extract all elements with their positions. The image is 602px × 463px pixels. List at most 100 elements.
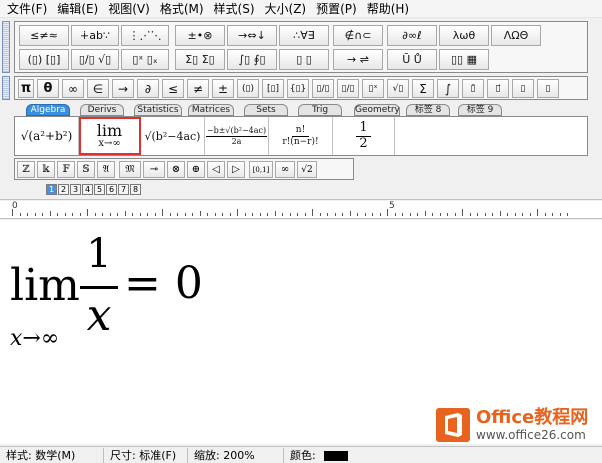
template-pythagorean[interactable]: √(a²+b²) — [15, 117, 79, 155]
tab-trig[interactable]: Trig — [298, 104, 342, 116]
template-button-b[interactable]: ▯ — [537, 79, 559, 98]
element-of-button[interactable]: ∈ — [87, 79, 109, 98]
template-button-a[interactable]: ▯ — [512, 79, 534, 98]
partial-button[interactable]: ∂ — [137, 79, 159, 98]
ruler[interactable]: 0 5 — [0, 201, 602, 219]
nav-button-6[interactable]: 6 — [106, 184, 117, 195]
integrals-palette-button[interactable]: ∫▯ ∮▯ — [227, 49, 277, 70]
arrows-palette-button[interactable]: →⇔↓ — [227, 25, 277, 46]
menu-style[interactable]: 样式(S) — [209, 0, 260, 18]
ruler-tick — [537, 209, 538, 216]
symbol-integers[interactable]: ℤ — [17, 161, 35, 178]
logic-palette-button[interactable]: ∴∀∃ — [279, 25, 329, 46]
sums-palette-button[interactable]: Σ▯ Σ▯ — [175, 49, 225, 70]
infinity-button[interactable]: ∞ — [62, 79, 84, 98]
symbol-root-two[interactable]: √2 — [297, 161, 317, 178]
labeled-arrows-palette-button[interactable]: → ⇌ — [333, 49, 383, 70]
integral-button[interactable]: ∫ — [437, 79, 459, 98]
template-one-half[interactable]: 1 2 — [333, 117, 395, 155]
template-limit[interactable]: lim x→∞ — [79, 117, 141, 155]
nav-button-7[interactable]: 7 — [118, 184, 129, 195]
menu-view[interactable]: 视图(V) — [103, 0, 155, 18]
menu-edit[interactable]: 编辑(E) — [52, 0, 103, 18]
square-root-button[interactable]: √▯ — [387, 79, 409, 98]
status-color[interactable]: 颜色: — [284, 448, 354, 463]
toolbar-grip-2[interactable] — [2, 76, 10, 100]
misc-symbols-palette-button[interactable]: ∂∞ℓ — [387, 25, 437, 46]
template-combination[interactable]: n! r!(n−r)! — [269, 117, 333, 155]
toolbar-grip[interactable] — [2, 21, 10, 73]
template-quadratic[interactable]: −b±√(b²−4ac) 2a — [205, 117, 269, 155]
tab-statistics[interactable]: Statistics — [134, 104, 182, 116]
menu-file[interactable]: 文件(F) — [2, 0, 52, 18]
braces-button[interactable]: {▯} — [287, 79, 309, 98]
right-arrow-button[interactable]: → — [112, 79, 134, 98]
symbol-blackboard-k[interactable]: 𝕜 — [37, 161, 55, 178]
products-palette-button[interactable]: Ū Ů — [387, 49, 437, 70]
summation-button[interactable]: Σ — [412, 79, 434, 98]
symbol-unit-interval[interactable]: [0,1] — [249, 161, 273, 178]
status-zoom[interactable]: 缩放: 200% — [188, 447, 284, 463]
brackets-button[interactable]: [▯] — [262, 79, 284, 98]
less-equal-button[interactable]: ≤ — [162, 79, 184, 98]
symbol-right-triangle[interactable]: ▷ — [227, 161, 245, 178]
menu-preferences[interactable]: 预置(P) — [311, 0, 362, 18]
fraction-button[interactable]: ▯/▯ — [312, 79, 334, 98]
tab-geometry[interactable]: Geometry — [354, 104, 400, 116]
theta-button[interactable]: θ — [37, 79, 59, 98]
template-discriminant[interactable]: √(b²−4ac) — [141, 117, 205, 155]
ruler-tick — [364, 213, 366, 216]
bars-palette-button[interactable]: ▯ ▯ — [279, 49, 329, 70]
vector-arrow-button[interactable]: ▯⃗ — [487, 79, 509, 98]
symbol-multimap[interactable]: ⊸ — [143, 161, 165, 178]
fences-palette-button[interactable]: (▯) [▯] — [19, 49, 69, 70]
tab-sets[interactable]: Sets — [244, 104, 288, 116]
symbol-left-triangle[interactable]: ◁ — [207, 161, 225, 178]
nav-button-3[interactable]: 3 — [70, 184, 81, 195]
ruler-tick — [49, 211, 51, 216]
menu-size[interactable]: 大小(Z) — [260, 0, 312, 18]
ruler-tick — [432, 213, 433, 216]
status-size[interactable]: 尺寸: 标准(F) — [104, 447, 188, 463]
status-style[interactable]: 样式: 数学(M) — [0, 447, 104, 463]
tab-derivs[interactable]: Derivs — [80, 104, 124, 116]
greek-upper-palette-button[interactable]: ΛΩΘ — [491, 25, 541, 46]
symbol-fraktur-m[interactable]: 𝔐 — [119, 161, 141, 178]
symbol-infinity[interactable]: ∞ — [275, 161, 295, 178]
ruler-tick — [409, 213, 411, 216]
nav-button-5[interactable]: 5 — [94, 184, 105, 195]
spaces-palette-button[interactable]: ∔ab∵ — [71, 25, 119, 46]
nav-button-8[interactable]: 8 — [130, 184, 141, 195]
fractions-palette-button[interactable]: ▯/▯ √▯ — [71, 49, 119, 70]
ruler-tick — [252, 213, 253, 216]
small-fraction-button[interactable]: ▯/▯ — [337, 79, 359, 98]
superscript-button[interactable]: ▯ˣ — [362, 79, 384, 98]
tab-matrices[interactable]: Matrices — [188, 104, 234, 116]
nav-button-2[interactable]: 2 — [58, 184, 69, 195]
symbol-blackboard-s[interactable]: 𝕊 — [77, 161, 95, 178]
tab-algebra[interactable]: Algebra — [26, 104, 70, 116]
tab-8[interactable]: 标签 8 — [406, 104, 450, 116]
menu-help[interactable]: 帮助(H) — [362, 0, 414, 18]
greek-lower-palette-button[interactable]: λωθ — [439, 25, 489, 46]
pi-button[interactable]: π — [18, 79, 34, 98]
not-equal-button[interactable]: ≠ — [187, 79, 209, 98]
symbol-fraktur-a[interactable]: 𝔄 — [97, 161, 115, 178]
symbol-otimes[interactable]: ⊗ — [167, 161, 185, 178]
tab-9[interactable]: 标签 9 — [458, 104, 502, 116]
sets-palette-button[interactable]: ∉∩⊂ — [333, 25, 383, 46]
ruler-tick — [259, 213, 261, 216]
overbar-button[interactable]: ▯̄ — [462, 79, 484, 98]
symbol-oplus[interactable]: ⊕ — [187, 161, 205, 178]
matrices-palette-button[interactable]: ▯▯ ▦ — [439, 49, 489, 70]
symbol-blackboard-f[interactable]: 𝔽 — [57, 161, 75, 178]
menu-format[interactable]: 格式(M) — [155, 0, 209, 18]
parentheses-button[interactable]: (▯) — [237, 79, 259, 98]
nav-button-1[interactable]: 1 — [46, 184, 57, 195]
scripts-palette-button[interactable]: ▯ˣ ▯ₓ — [121, 49, 169, 70]
relations-palette-button[interactable]: ≤≠≈ — [19, 25, 69, 46]
plus-minus-button[interactable]: ± — [212, 79, 234, 98]
nav-button-4[interactable]: 4 — [82, 184, 93, 195]
operators-palette-button[interactable]: ±•⊗ — [175, 25, 225, 46]
embellishments-palette-button[interactable]: ⋮⋰⋱ — [121, 25, 169, 46]
